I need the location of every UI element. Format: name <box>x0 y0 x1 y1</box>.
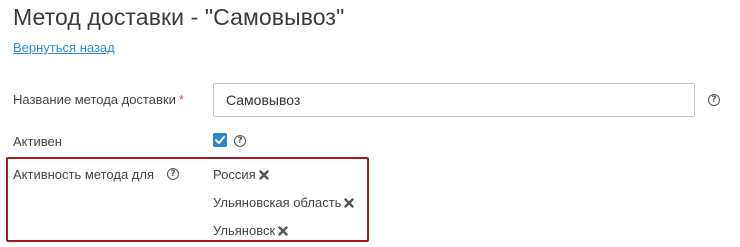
close-icon[interactable] <box>258 169 269 180</box>
close-icon[interactable] <box>344 197 355 208</box>
region-tag-label: Ульяновск <box>213 223 276 238</box>
region-tag: Ульяновская область <box>213 195 355 210</box>
page-title: Метод доставки - "Самовывоз" <box>13 4 345 30</box>
name-field-label: Название метода доставки * <box>13 92 184 107</box>
question-circle-icon[interactable]: ? <box>708 94 720 106</box>
regions-field-label: Активность метода для <box>13 167 155 182</box>
required-mark: * <box>178 92 184 107</box>
delivery-method-page: Метод доставки - "Самовывоз" Вернуться н… <box>0 0 740 247</box>
method-name-input[interactable] <box>213 83 695 117</box>
checkmark-icon <box>215 136 225 144</box>
active-checkbox[interactable] <box>213 133 227 147</box>
region-tag-label: Россия <box>213 167 256 182</box>
name-field-label-text: Название метода доставки <box>13 92 176 107</box>
close-icon[interactable] <box>278 225 288 236</box>
question-circle-icon[interactable]: ? <box>167 168 179 180</box>
region-tag: Россия <box>213 167 269 182</box>
region-tag-label: Ульяновская область <box>213 195 342 210</box>
region-tag: Ульяновск <box>213 223 288 238</box>
question-circle-icon[interactable]: ? <box>234 135 246 147</box>
active-field-label: Активен <box>13 134 62 149</box>
back-link[interactable]: Вернуться назад <box>13 40 115 55</box>
